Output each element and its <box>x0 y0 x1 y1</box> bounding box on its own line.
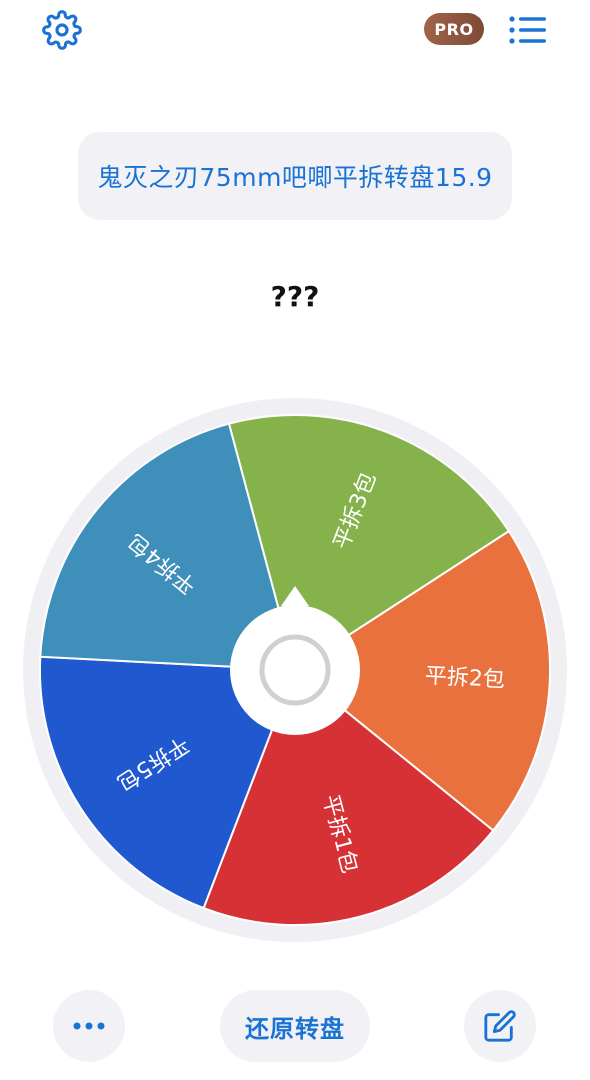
more-dots-icon <box>73 1022 105 1030</box>
spin-hub <box>230 605 360 735</box>
gear-icon <box>42 10 82 50</box>
menu-button[interactable] <box>506 8 550 52</box>
spin-result: ??? <box>270 280 320 313</box>
spin-wheel[interactable]: 平拆3包平拆2包平拆1包平拆5包平拆4包 <box>0 380 590 960</box>
wheel-segment-label: 平拆2包 <box>424 664 505 693</box>
list-icon <box>509 16 546 44</box>
edit-icon <box>484 1010 516 1042</box>
reset-wheel-button[interactable]: 还原转盘 <box>220 990 370 1062</box>
wheel-title[interactable]: 鬼灭之刃75mm吧唧平拆转盘15.9 <box>78 132 512 220</box>
pro-badge[interactable]: PRO <box>424 13 484 45</box>
more-button[interactable] <box>53 990 125 1062</box>
settings-button[interactable] <box>40 8 84 52</box>
edit-button[interactable] <box>464 990 536 1062</box>
